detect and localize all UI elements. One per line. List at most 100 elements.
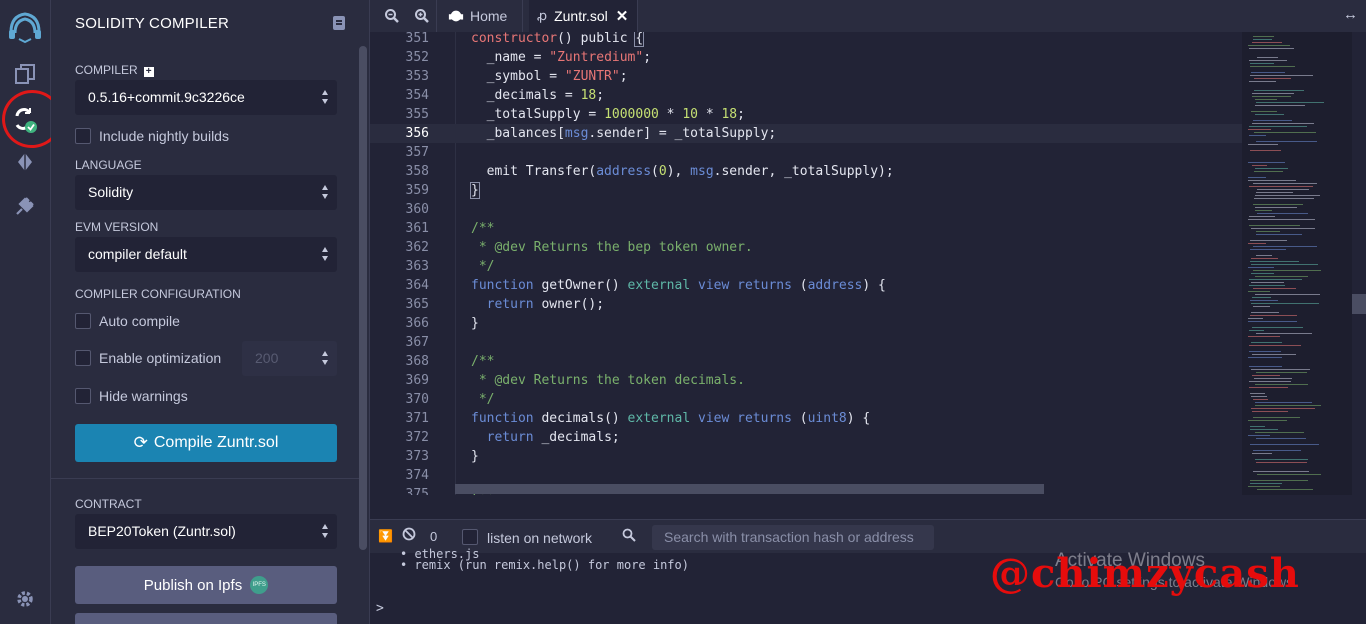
code-line-current: 356 _balances[msg.sender] = _totalSupply…: [370, 124, 1244, 143]
tab-separator: [522, 0, 523, 32]
compiler-version-select[interactable]: 0.5.16+commit.9c3226ce: [75, 80, 337, 115]
close-tab-icon[interactable]: ✕: [616, 7, 629, 25]
minimap-line: [1253, 399, 1268, 400]
code-token: "ZUNTR": [564, 69, 620, 84]
zoom-out-icon[interactable]: [384, 8, 400, 24]
minimap-line: [1248, 219, 1315, 220]
minimap-line: [1257, 189, 1309, 190]
minimap-line: [1254, 132, 1316, 133]
code-editor[interactable]: 351 constructor() public { 352 _name = "Z…: [370, 32, 1366, 495]
code-token: return: [486, 430, 534, 445]
terminal-prompt[interactable]: >: [376, 601, 384, 616]
panel-title: SOLIDITY COMPILER: [75, 15, 229, 32]
publish-ipfs-label: Publish on Ipfs: [143, 576, 243, 594]
optimization-runs-select[interactable]: 200: [242, 341, 337, 376]
settings-icon[interactable]: [9, 583, 41, 615]
auto-compile-checkbox[interactable]: [75, 313, 91, 329]
code-text: * @dev Returns the bep token owner.: [471, 240, 753, 255]
minimap-line: [1255, 276, 1308, 277]
author-watermark: @chimzycash: [990, 550, 1300, 597]
minimap-line: [1249, 330, 1264, 331]
optimization-row[interactable]: Enable optimization: [75, 349, 221, 367]
minimap-line: [1257, 489, 1313, 490]
editor-vertical-scrollbar[interactable]: [1352, 294, 1366, 314]
line-number: 370: [405, 392, 429, 407]
minimap-line: [1256, 234, 1302, 235]
add-compiler-icon[interactable]: +: [143, 67, 154, 77]
tab-home[interactable]: Home: [448, 0, 507, 32]
tab-zuntr-sol[interactable]: ꝓ Zuntr.sol ✕: [529, 0, 637, 32]
minimap-line: [1249, 351, 1281, 352]
panel-scrollbar[interactable]: [359, 46, 367, 550]
code-token: _name =: [471, 50, 550, 65]
minimap-line: [1250, 429, 1278, 430]
code-line: 352 _name = "Zuntredium";: [370, 48, 1244, 67]
code-minimap[interactable]: [1242, 32, 1352, 495]
minimap-line: [1249, 387, 1288, 388]
remix-logo-icon[interactable]: [5, 6, 45, 46]
transaction-search-input[interactable]: Search with transaction hash or address: [652, 525, 934, 550]
nightly-builds-label: Include nightly builds: [99, 128, 229, 144]
code-token: 1000000: [604, 107, 659, 122]
publish-swarm-button[interactable]: [75, 613, 337, 624]
minimap-line: [1249, 126, 1307, 127]
minimap-line: [1251, 72, 1285, 73]
nightly-builds-checkbox[interactable]: [75, 128, 91, 144]
docs-icon[interactable]: [333, 16, 345, 30]
minimap-line: [1249, 81, 1276, 82]
remix-ide: SOLIDITY COMPILER COMPILER + 0.5.16+commi…: [0, 0, 1366, 624]
select-arrows-icon: [322, 185, 329, 199]
minimap-line: [1250, 150, 1281, 151]
language-select[interactable]: Solidity: [75, 175, 337, 210]
code-line: 372 return _decimals;: [370, 428, 1244, 447]
code-token: 0: [658, 164, 667, 179]
expand-panel-icon[interactable]: ↔: [1343, 6, 1358, 23]
compile-button[interactable]: ⟳ Compile Zuntr.sol: [75, 424, 337, 462]
collapse-terminal-icon[interactable]: ⏬: [378, 529, 393, 543]
select-arrows-icon: [322, 90, 329, 104]
clear-console-icon[interactable]: [402, 527, 416, 544]
minimap-line: [1249, 186, 1313, 187]
publish-ipfs-button[interactable]: Publish on Ipfs IPFS: [75, 566, 337, 604]
minimap-line: [1250, 261, 1299, 262]
minimap-line: [1256, 141, 1317, 142]
auto-compile-row[interactable]: Auto compile: [75, 312, 180, 330]
code-text: */: [471, 392, 495, 407]
hide-warnings-checkbox[interactable]: [75, 388, 91, 404]
listen-network-checkbox[interactable]: [462, 529, 478, 545]
minimap-line: [1248, 144, 1278, 145]
language-label: LANGUAGE: [75, 158, 142, 172]
minimap-line: [1250, 63, 1274, 64]
code-token: (: [791, 411, 808, 426]
evm-version-select[interactable]: compiler default: [75, 237, 337, 272]
hide-warnings-row[interactable]: Hide warnings: [75, 387, 188, 405]
code-token: {: [634, 32, 645, 47]
code-line: 360: [370, 200, 1244, 219]
minimap-line: [1248, 357, 1282, 358]
line-number: 373: [405, 449, 429, 464]
minimap-line: [1257, 213, 1308, 214]
line-number: 360: [405, 202, 429, 217]
code-text: }: [471, 316, 479, 331]
minimap-line: [1255, 402, 1312, 403]
file-explorer-icon[interactable]: [9, 58, 41, 90]
code-line: 361 /**: [370, 219, 1244, 238]
select-arrows-icon: [322, 524, 329, 538]
contract-label: CONTRACT: [75, 497, 142, 511]
optimization-checkbox[interactable]: [75, 350, 91, 366]
editor-horizontal-scrollbar[interactable]: [455, 484, 1044, 494]
tab-separator: [637, 0, 638, 32]
code-text: * @dev Returns the token decimals.: [471, 373, 745, 388]
auto-compile-label: Auto compile: [99, 313, 180, 329]
plugin-manager-icon[interactable]: [9, 190, 41, 222]
pending-tx-count: 0: [430, 529, 438, 544]
contract-select[interactable]: BEP20Token (Zuntr.sol): [75, 514, 337, 549]
minimap-line: [1253, 204, 1303, 205]
nightly-builds-row[interactable]: Include nightly builds: [75, 127, 229, 145]
code-token: external: [627, 278, 691, 293]
minimap-line: [1250, 300, 1278, 301]
zoom-in-icon[interactable]: [414, 8, 430, 24]
minimap-line: [1254, 90, 1304, 91]
deploy-run-icon[interactable]: [9, 146, 41, 178]
remix-home-icon: [448, 10, 464, 22]
